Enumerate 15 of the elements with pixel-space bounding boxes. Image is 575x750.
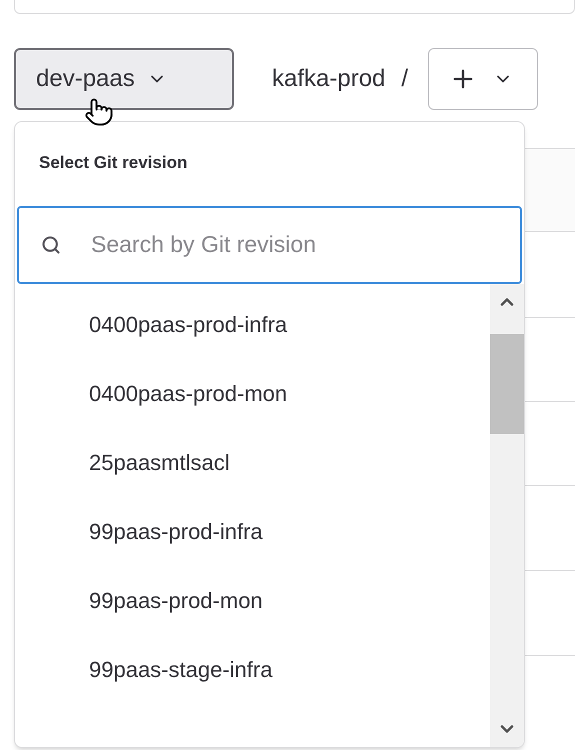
add-dropdown-button[interactable] [428,48,538,110]
branch-item[interactable]: 99paas-prod-infra [15,514,490,584]
branch-item[interactable]: 99paas-prod-mon [15,584,490,652]
scroll-thumb[interactable] [490,334,524,434]
scrollbar[interactable] [490,284,524,747]
dropdown-title: Select Git revision [38,152,188,174]
project-link[interactable]: kafka-prod [272,61,386,97]
branch-item[interactable]: 0400paas-prod-mon [15,376,490,446]
branch-item[interactable]: 25paasmtlsacl [15,446,490,514]
branch-item[interactable]: 99paas-stage-infra [15,652,490,722]
search-icon [41,234,61,254]
branch-dropdown-button[interactable]: dev-paas [14,48,234,110]
branch-item[interactable]: 0400paas-prod-infra [15,308,490,376]
search-field[interactable]: Search by Git revision [17,206,522,284]
path-separator: / [401,64,408,94]
